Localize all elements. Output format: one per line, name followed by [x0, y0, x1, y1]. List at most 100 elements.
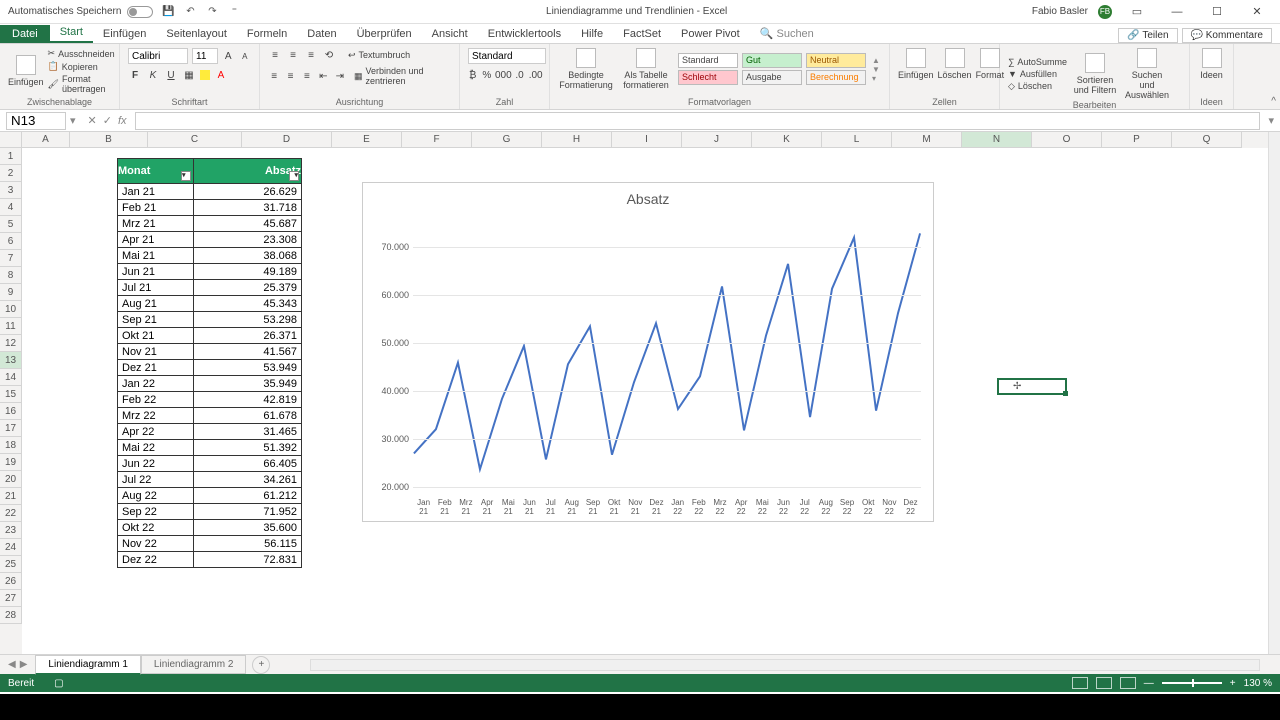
- number-format-input[interactable]: [468, 48, 546, 64]
- cell-month[interactable]: Feb 22: [118, 392, 194, 408]
- macro-record-icon[interactable]: ▢: [54, 678, 63, 689]
- cell-value[interactable]: 35.600: [194, 520, 302, 536]
- column-header[interactable]: J: [682, 132, 752, 148]
- table-row[interactable]: Jul 2125.379: [118, 280, 302, 296]
- qat-more-icon[interactable]: ⁼: [227, 5, 241, 19]
- ideas-button[interactable]: Ideen: [1198, 48, 1225, 80]
- avatar[interactable]: FB: [1098, 5, 1112, 19]
- cell-value[interactable]: 25.379: [194, 280, 302, 296]
- row-header[interactable]: 18: [0, 437, 22, 454]
- column-header[interactable]: B: [70, 132, 148, 148]
- column-header[interactable]: H: [542, 132, 612, 148]
- cells-canvas[interactable]: Monat▾ Absatz▾ Jan 2126.629Feb 2131.718M…: [22, 148, 1268, 654]
- cell-month[interactable]: Jan 21: [118, 184, 194, 200]
- search-box[interactable]: 🔍 Suchen: [750, 24, 824, 43]
- paste-button[interactable]: Einfügen: [8, 55, 44, 87]
- percent-icon[interactable]: %: [481, 68, 492, 82]
- style-berechnung[interactable]: Berechnung: [806, 70, 866, 85]
- zoom-in-icon[interactable]: +: [1230, 678, 1236, 689]
- align-top-icon[interactable]: ≡: [268, 48, 282, 62]
- table-row[interactable]: Apr 2231.465: [118, 424, 302, 440]
- cell-month[interactable]: Mrz 21: [118, 216, 194, 232]
- row-header[interactable]: 27: [0, 590, 22, 607]
- row-header[interactable]: 20: [0, 471, 22, 488]
- column-header[interactable]: L: [822, 132, 892, 148]
- tab-view[interactable]: Ansicht: [422, 25, 478, 43]
- font-size-input[interactable]: [192, 48, 218, 64]
- merge-button[interactable]: ▦ Verbinden und zentrieren: [354, 66, 451, 86]
- comma-icon[interactable]: 000: [496, 68, 510, 82]
- column-header[interactable]: I: [612, 132, 682, 148]
- cell-month[interactable]: Aug 22: [118, 488, 194, 504]
- cell-value[interactable]: 49.189: [194, 264, 302, 280]
- align-center-icon[interactable]: ≡: [284, 69, 296, 83]
- italic-button[interactable]: K: [146, 68, 160, 82]
- accept-formula-icon[interactable]: ✓: [103, 114, 112, 127]
- clear-button[interactable]: ◇ Löschen: [1008, 81, 1067, 92]
- tab-data[interactable]: Daten: [297, 25, 346, 43]
- column-header[interactable]: A: [22, 132, 70, 148]
- inc-decimal-icon[interactable]: .0: [514, 68, 524, 82]
- table-row[interactable]: Dez 2272.831: [118, 552, 302, 568]
- cell-value[interactable]: 42.819: [194, 392, 302, 408]
- cell-value[interactable]: 56.115: [194, 536, 302, 552]
- view-normal-icon[interactable]: [1072, 677, 1088, 689]
- table-row[interactable]: Feb 2131.718: [118, 200, 302, 216]
- row-header[interactable]: 1: [0, 148, 22, 165]
- tab-dev[interactable]: Entwicklertools: [478, 25, 571, 43]
- filter-icon[interactable]: ▾: [181, 171, 191, 181]
- row-header[interactable]: 5: [0, 216, 22, 233]
- table-row[interactable]: Nov 2256.115: [118, 536, 302, 552]
- border-button[interactable]: ▦: [182, 68, 196, 82]
- row-header[interactable]: 8: [0, 267, 22, 284]
- tab-formulas[interactable]: Formeln: [237, 25, 297, 43]
- table-row[interactable]: Aug 2261.212: [118, 488, 302, 504]
- styles-more-icon[interactable]: ▾: [872, 74, 880, 83]
- cells-delete-button[interactable]: Löschen: [938, 48, 972, 80]
- table-row[interactable]: Jun 2266.405: [118, 456, 302, 472]
- tab-factset[interactable]: FactSet: [613, 25, 671, 43]
- font-name-input[interactable]: [128, 48, 188, 64]
- tab-help[interactable]: Hilfe: [571, 25, 613, 43]
- table-row[interactable]: Jul 2234.261: [118, 472, 302, 488]
- ribbon-options-icon[interactable]: ▭: [1122, 5, 1152, 18]
- column-header[interactable]: C: [148, 132, 242, 148]
- sheet-tab-2[interactable]: Liniendiagramm 2: [141, 655, 247, 674]
- table-row[interactable]: Jan 2126.629: [118, 184, 302, 200]
- table-format-button[interactable]: Als Tabelle formatieren: [618, 48, 674, 90]
- currency-icon[interactable]: ₿: [468, 68, 477, 82]
- cell-value[interactable]: 53.298: [194, 312, 302, 328]
- align-middle-icon[interactable]: ≡: [286, 48, 300, 62]
- row-header[interactable]: 16: [0, 403, 22, 420]
- row-header[interactable]: 22: [0, 505, 22, 522]
- cell-month[interactable]: Mrz 22: [118, 408, 194, 424]
- zoom-out-icon[interactable]: —: [1144, 678, 1154, 689]
- cancel-formula-icon[interactable]: ✕: [88, 114, 97, 127]
- align-right-icon[interactable]: ≡: [301, 69, 313, 83]
- tab-start[interactable]: Start: [50, 23, 93, 43]
- row-header[interactable]: 17: [0, 420, 22, 437]
- formula-bar[interactable]: [135, 112, 1261, 130]
- table-row[interactable]: Sep 2271.952: [118, 504, 302, 520]
- style-gut[interactable]: Gut: [742, 53, 802, 68]
- row-header[interactable]: 15: [0, 386, 22, 403]
- filter-icon[interactable]: ▾: [289, 171, 299, 181]
- tab-file[interactable]: Datei: [0, 25, 50, 43]
- cell-month[interactable]: Sep 21: [118, 312, 194, 328]
- cell-month[interactable]: Apr 22: [118, 424, 194, 440]
- cell-value[interactable]: 31.718: [194, 200, 302, 216]
- cell-month[interactable]: Jul 21: [118, 280, 194, 296]
- cell-value[interactable]: 38.068: [194, 248, 302, 264]
- column-header[interactable]: O: [1032, 132, 1102, 148]
- row-header[interactable]: 9: [0, 284, 22, 301]
- tab-layout[interactable]: Seitenlayout: [156, 25, 237, 43]
- vertical-scrollbar[interactable]: [1268, 132, 1280, 654]
- zoom-level[interactable]: 130 %: [1244, 678, 1272, 689]
- tab-review[interactable]: Überprüfen: [347, 25, 422, 43]
- selected-cell[interactable]: ✢: [997, 378, 1067, 395]
- indent-dec-icon[interactable]: ⇤: [317, 69, 329, 83]
- close-icon[interactable]: ✕: [1242, 5, 1272, 18]
- row-header[interactable]: 2: [0, 165, 22, 182]
- table-row[interactable]: Okt 2126.371: [118, 328, 302, 344]
- column-header[interactable]: F: [402, 132, 472, 148]
